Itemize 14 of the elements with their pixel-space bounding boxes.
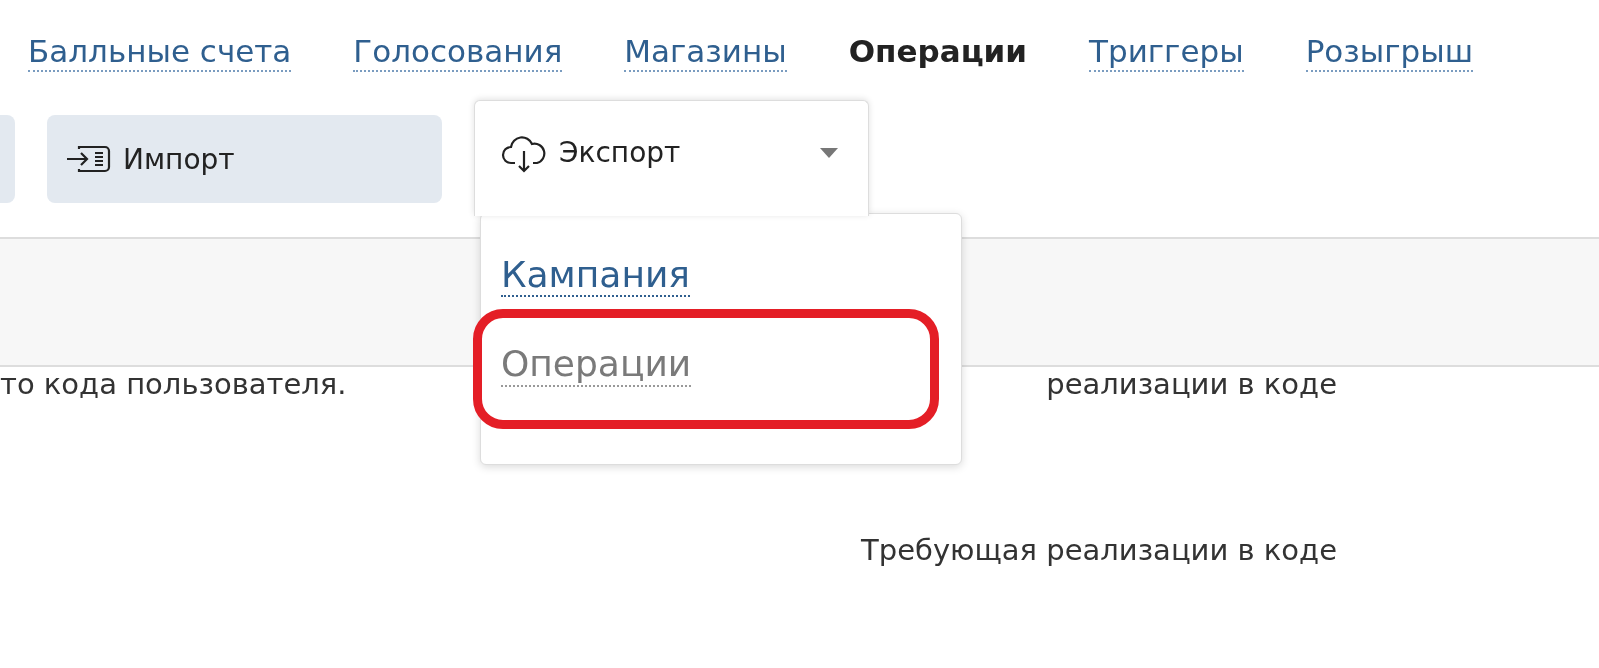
table-cell: Требующая реализации в коде <box>861 533 1337 567</box>
menu-item[interactable]: Кампания <box>501 254 690 298</box>
nav-tab[interactable]: Магазины <box>624 34 787 72</box>
caret-icon <box>820 147 838 158</box>
export-dropdown[interactable]: Экспорт <box>474 100 869 216</box>
nav-tab[interactable]: Розыгрыш <box>1305 34 1474 72</box>
nav-tab[interactable]: Триггеры <box>1089 34 1244 72</box>
table-cell: то кода пользователя. <box>0 367 347 401</box>
nav-tab[interactable]: Балльные счета <box>28 34 292 72</box>
nav-tab[interactable]: Операции <box>848 34 1028 72</box>
nav-tab[interactable]: Голосования <box>353 34 563 72</box>
import-button[interactable]: Импорт <box>47 115 442 203</box>
table-cell: реализации в коде <box>1046 367 1337 401</box>
import-icon <box>65 143 111 175</box>
